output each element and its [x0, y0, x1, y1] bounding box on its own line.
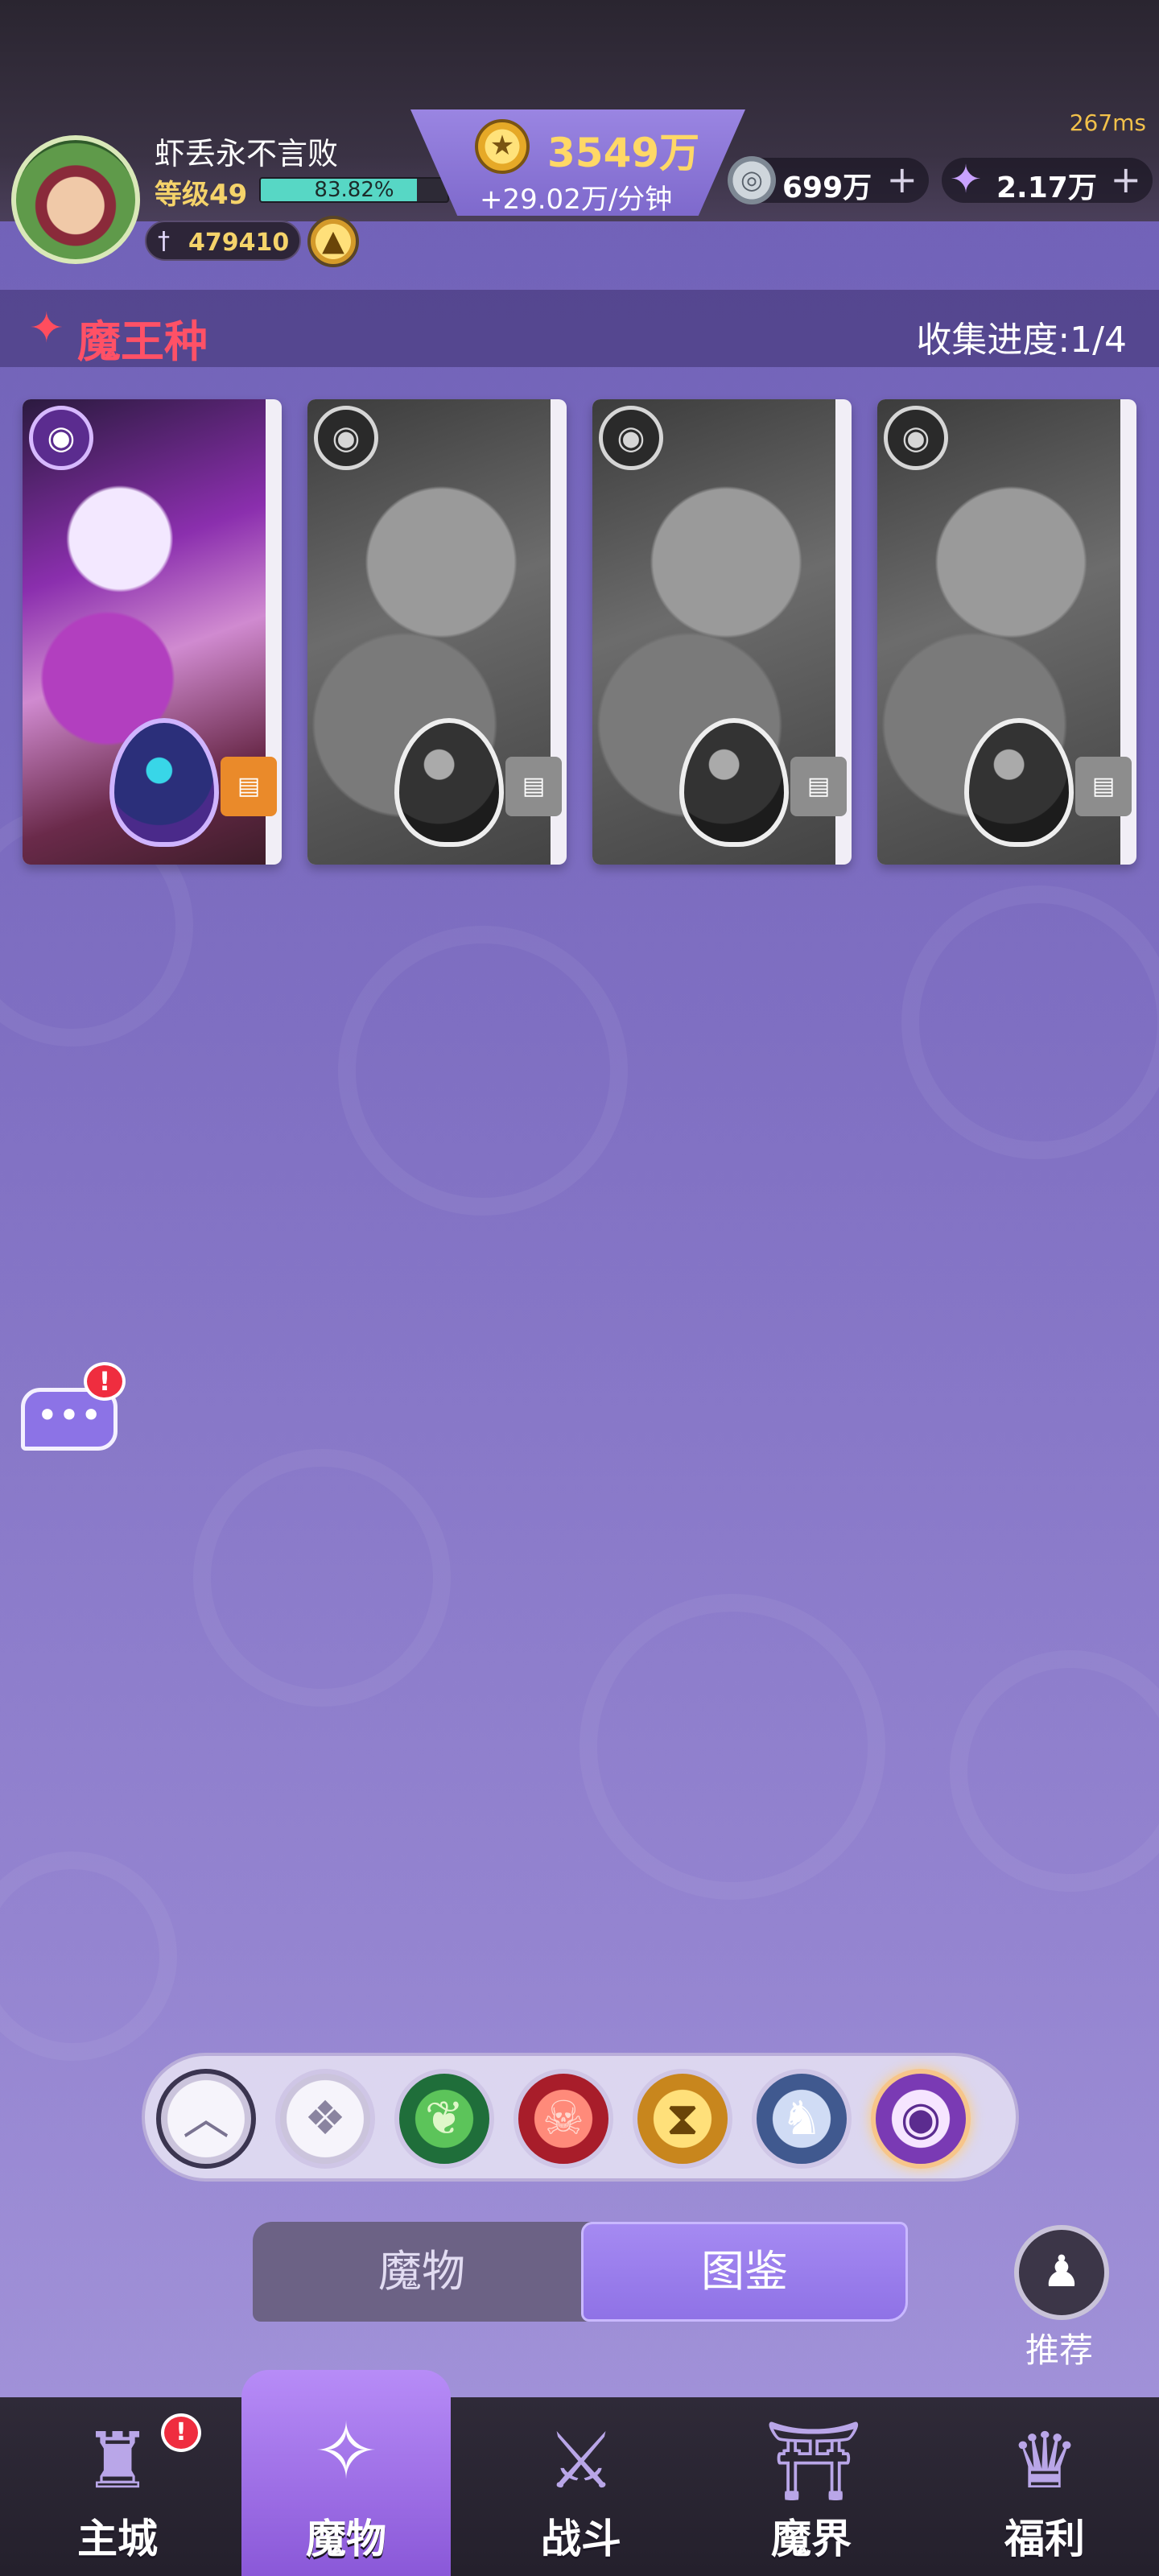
recommend-label: 推荐 [1025, 2330, 1094, 2370]
collapse-up-icon[interactable]: ︿ [156, 2069, 256, 2169]
monster-card-locked[interactable]: ◉ ▤ [877, 399, 1136, 865]
nav-alert-badge: ! [161, 2413, 201, 2452]
crystal-resource[interactable]: ✦ 2.17万 + [942, 157, 1153, 204]
ping-indicator: 267ms [1069, 109, 1146, 136]
nav-castle[interactable]: ♜ ! 主城 [13, 2397, 222, 2576]
monster-card-locked[interactable]: ◉ ▤ [592, 399, 852, 865]
card-collection-icon: ▤ [505, 757, 562, 816]
player-level: 等级49 [155, 179, 248, 211]
arrow-up-icon: ▲ [322, 225, 344, 258]
team-icon: ♟ [1041, 2246, 1082, 2297]
gold-rate: +29.02万/分钟 [480, 184, 673, 216]
nature-leaf-icon[interactable]: ❦ [394, 2069, 494, 2169]
all-diamond-icon[interactable]: ❖ [275, 2069, 375, 2169]
silver-amount: 699万 [782, 171, 872, 204]
section-header: ✦ 魔王种 收集进度:1/4 [0, 290, 1159, 367]
tab-codex[interactable]: 图鉴 [581, 2222, 908, 2322]
nav-monster[interactable]: ✧ 魔物 [241, 2370, 451, 2576]
sword-icon: † [158, 227, 170, 255]
monster-card-locked[interactable]: ◉ ▤ [307, 399, 567, 865]
xp-percent: 83.82% [314, 178, 394, 202]
filter-bar: ︿ ❖ ❦ ☠ ⧗ ♞ ◉ [142, 2053, 1019, 2182]
portal-icon: ⛩ [765, 2416, 863, 2506]
monster-card[interactable]: ◉ ▤ [23, 399, 282, 865]
shield-sword-icon: ⚔ [546, 2416, 617, 2506]
gold-amount: 3549万 [547, 130, 700, 176]
silver-resource[interactable]: ◎ 699万 + [728, 156, 929, 204]
demon-skull-icon[interactable]: ☠ [514, 2069, 613, 2169]
flame-icon: ✧ [313, 2406, 379, 2496]
crystal-star-icon: ✦ [949, 157, 983, 202]
combat-power[interactable]: † 479410 [145, 221, 301, 261]
nav-welfare[interactable]: ♛ 福利 [940, 2397, 1149, 2576]
dragon-icon[interactable]: ♞ [752, 2069, 852, 2169]
nav-label: 主城 [77, 2516, 158, 2562]
silver-coin-icon: ◎ [728, 156, 776, 204]
crystal-amount: 2.17万 [996, 171, 1097, 204]
upgrade-button[interactable]: ▲ [307, 216, 359, 267]
eye-icon: ◉ [314, 406, 378, 470]
nav-label: 福利 [1004, 2516, 1085, 2562]
eye-icon[interactable]: ◉ [871, 2069, 971, 2169]
add-crystal-button[interactable]: + [1110, 158, 1141, 201]
collection-progress: 收集进度:1/4 [916, 320, 1127, 361]
recommend-button[interactable]: ♟ [1014, 2225, 1109, 2320]
player-name: 虾丢永不言败 [155, 136, 339, 171]
sparkle-icon: ✦ [29, 304, 64, 353]
nav-label: 战斗 [541, 2516, 621, 2562]
player-avatar[interactable] [11, 135, 140, 264]
card-collection-icon: ▤ [790, 757, 847, 816]
eye-icon: ◉ [884, 406, 948, 470]
combat-power-value: 479410 [188, 229, 290, 257]
nav-label: 魔界 [771, 2516, 852, 2562]
nav-label: 魔物 [306, 2516, 386, 2562]
gold-coin-icon: ★ [475, 119, 530, 174]
chest-icon: ♛ [1009, 2416, 1080, 2506]
section-title: 魔王种 [77, 316, 208, 367]
card-collection-icon: ▤ [221, 757, 277, 816]
chat-alert-badge: ! [84, 1362, 126, 1401]
background-pattern [0, 0, 1159, 2576]
eye-icon: ◉ [599, 406, 663, 470]
chat-button[interactable]: ••• ! [21, 1362, 126, 1452]
eye-icon: ◉ [29, 406, 93, 470]
bottom-nav: ♜ ! 主城 ✧ 魔物 ⚔ 战斗 ⛩ 魔界 ♛ 福利 [0, 2370, 1159, 2576]
nav-realm[interactable]: ⛩ 魔界 [707, 2397, 916, 2576]
time-hourglass-icon[interactable]: ⧗ [633, 2069, 732, 2169]
card-collection-icon: ▤ [1075, 757, 1132, 816]
view-toggle: 魔物 图鉴 [253, 2222, 908, 2322]
nav-battle[interactable]: ⚔ 战斗 [476, 2397, 686, 2576]
add-silver-button[interactable]: + [886, 158, 918, 201]
castle-icon: ♜ [82, 2416, 153, 2506]
tab-monster[interactable]: 魔物 [253, 2222, 591, 2322]
